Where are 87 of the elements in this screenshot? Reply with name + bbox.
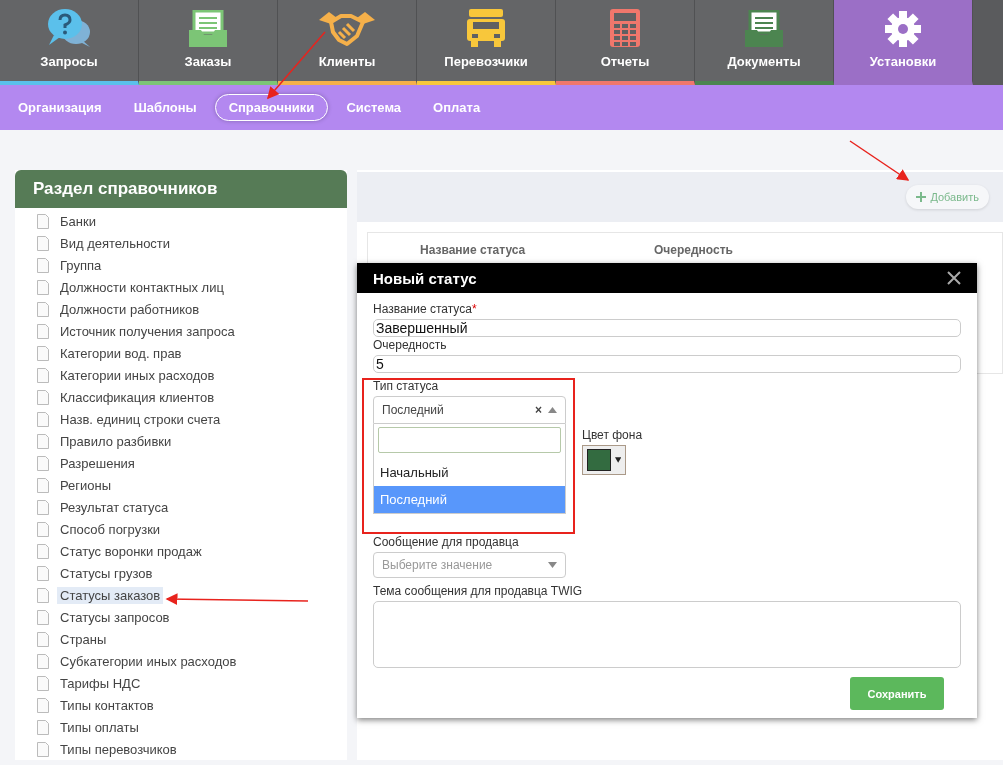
document-icon (37, 433, 49, 449)
field-label: Тип статуса (373, 379, 440, 393)
list-item[interactable]: Статус воронки продаж (57, 542, 205, 560)
search-field[interactable] (378, 427, 561, 453)
dialog-title: Новый статус (373, 269, 477, 287)
list-item[interactable]: Разрешения (57, 454, 138, 472)
column-header: Очередность (654, 243, 733, 257)
document-icon (37, 279, 49, 295)
list-item[interactable]: Страны (57, 630, 110, 648)
document-icon (37, 389, 49, 405)
speech-bubbles-icon (46, 8, 92, 48)
list-item[interactable]: Должности контактных лиц (57, 278, 227, 296)
list-item[interactable]: Тарифы НДС (57, 674, 144, 692)
document-icon (37, 587, 49, 603)
list-item[interactable]: Типы оплаты (57, 718, 142, 736)
panel-title: Раздел справочников (15, 170, 347, 208)
list-item[interactable]: Банки (57, 212, 99, 230)
caret-icon (548, 407, 557, 413)
annotation-arrow (849, 140, 910, 181)
document-icon (37, 345, 49, 361)
document-icon (37, 565, 49, 581)
list-item[interactable]: Группа (57, 256, 105, 274)
document-icon (37, 543, 49, 559)
list-item[interactable]: Субкатегории иных расходов (57, 652, 240, 670)
nav-tab[interactable]: Отчеты (556, 0, 695, 85)
list-item[interactable]: Должности работников (57, 300, 203, 318)
inbox-tray-icon (744, 10, 784, 48)
color-picker[interactable] (582, 445, 626, 475)
document-icon (37, 455, 49, 471)
document-icon (37, 521, 49, 537)
document-icon (37, 719, 49, 735)
inbox-tray-icon (188, 10, 228, 48)
document-icon (37, 257, 49, 273)
document-icon (37, 477, 49, 493)
calculator-icon (609, 8, 641, 48)
nav-tab[interactable]: Перевозчики (417, 0, 556, 85)
list-item[interactable]: Регионы (57, 476, 115, 494)
column-header: Название статуса (420, 243, 527, 257)
subject-field[interactable] (373, 601, 961, 668)
document-icon (37, 323, 49, 339)
caret-icon (614, 457, 621, 463)
plus-icon (916, 192, 927, 202)
document-icon (37, 697, 49, 713)
document-icon (37, 609, 49, 625)
caret-icon (548, 562, 557, 568)
document-icon (37, 411, 49, 427)
list-item[interactable]: Типы контактов (57, 696, 157, 714)
document-icon (37, 675, 49, 691)
nav-tab[interactable]: Установки (834, 0, 973, 85)
list-item[interactable]: Статусы заказов (57, 586, 164, 604)
field-label: Сообщение для продавца (373, 535, 520, 549)
field-label: Название статуса* (373, 302, 478, 316)
list-item[interactable]: Способ погрузки (57, 520, 164, 538)
truck-icon (466, 8, 506, 48)
document-icon (37, 213, 49, 229)
field-label: Очередность (373, 338, 448, 352)
list-item[interactable]: Результат статуса (57, 498, 172, 516)
list-item[interactable]: Вид деятельности (57, 234, 174, 252)
clear-icon[interactable]: × (535, 403, 542, 417)
document-icon (37, 741, 49, 757)
nav-tab[interactable]: Запросы (0, 0, 139, 85)
list-item[interactable]: Категории вод. прав (57, 344, 185, 362)
list-item[interactable]: Категории иных расходов (57, 366, 218, 384)
field-label: Цвет фона (582, 428, 643, 442)
list-item[interactable]: Статусы грузов (57, 564, 156, 582)
document-icon (37, 301, 49, 317)
nav-tab[interactable]: Документы (695, 0, 834, 85)
nav-tab[interactable]: Заказы (139, 0, 278, 85)
list-item[interactable]: Источник получения запроса (57, 322, 238, 340)
list-item[interactable]: Статусы запросов (57, 608, 173, 626)
document-icon (37, 367, 49, 383)
status-type-select[interactable]: Последний × (373, 396, 566, 424)
dropdown-option[interactable]: Начальный (374, 459, 565, 486)
settings-icon (884, 10, 922, 48)
close-icon[interactable] (947, 271, 961, 285)
list-item[interactable]: Назв. единиц строки счета (57, 410, 224, 428)
document-icon (37, 631, 49, 647)
document-icon (37, 499, 49, 515)
list-item[interactable]: Классификация клиентов (57, 388, 218, 406)
list-item[interactable]: Типы перевозчиков (57, 740, 180, 758)
field-label: Тема сообщения для продавца TWIG (373, 584, 584, 598)
document-icon (37, 235, 49, 251)
document-icon (37, 653, 49, 669)
nav-tab[interactable]: Клиенты (278, 0, 417, 85)
order-field[interactable]: 5 (373, 355, 961, 373)
status-name-field[interactable]: Завершенный (373, 319, 961, 337)
list-item[interactable]: Правило разбивки (57, 432, 175, 450)
